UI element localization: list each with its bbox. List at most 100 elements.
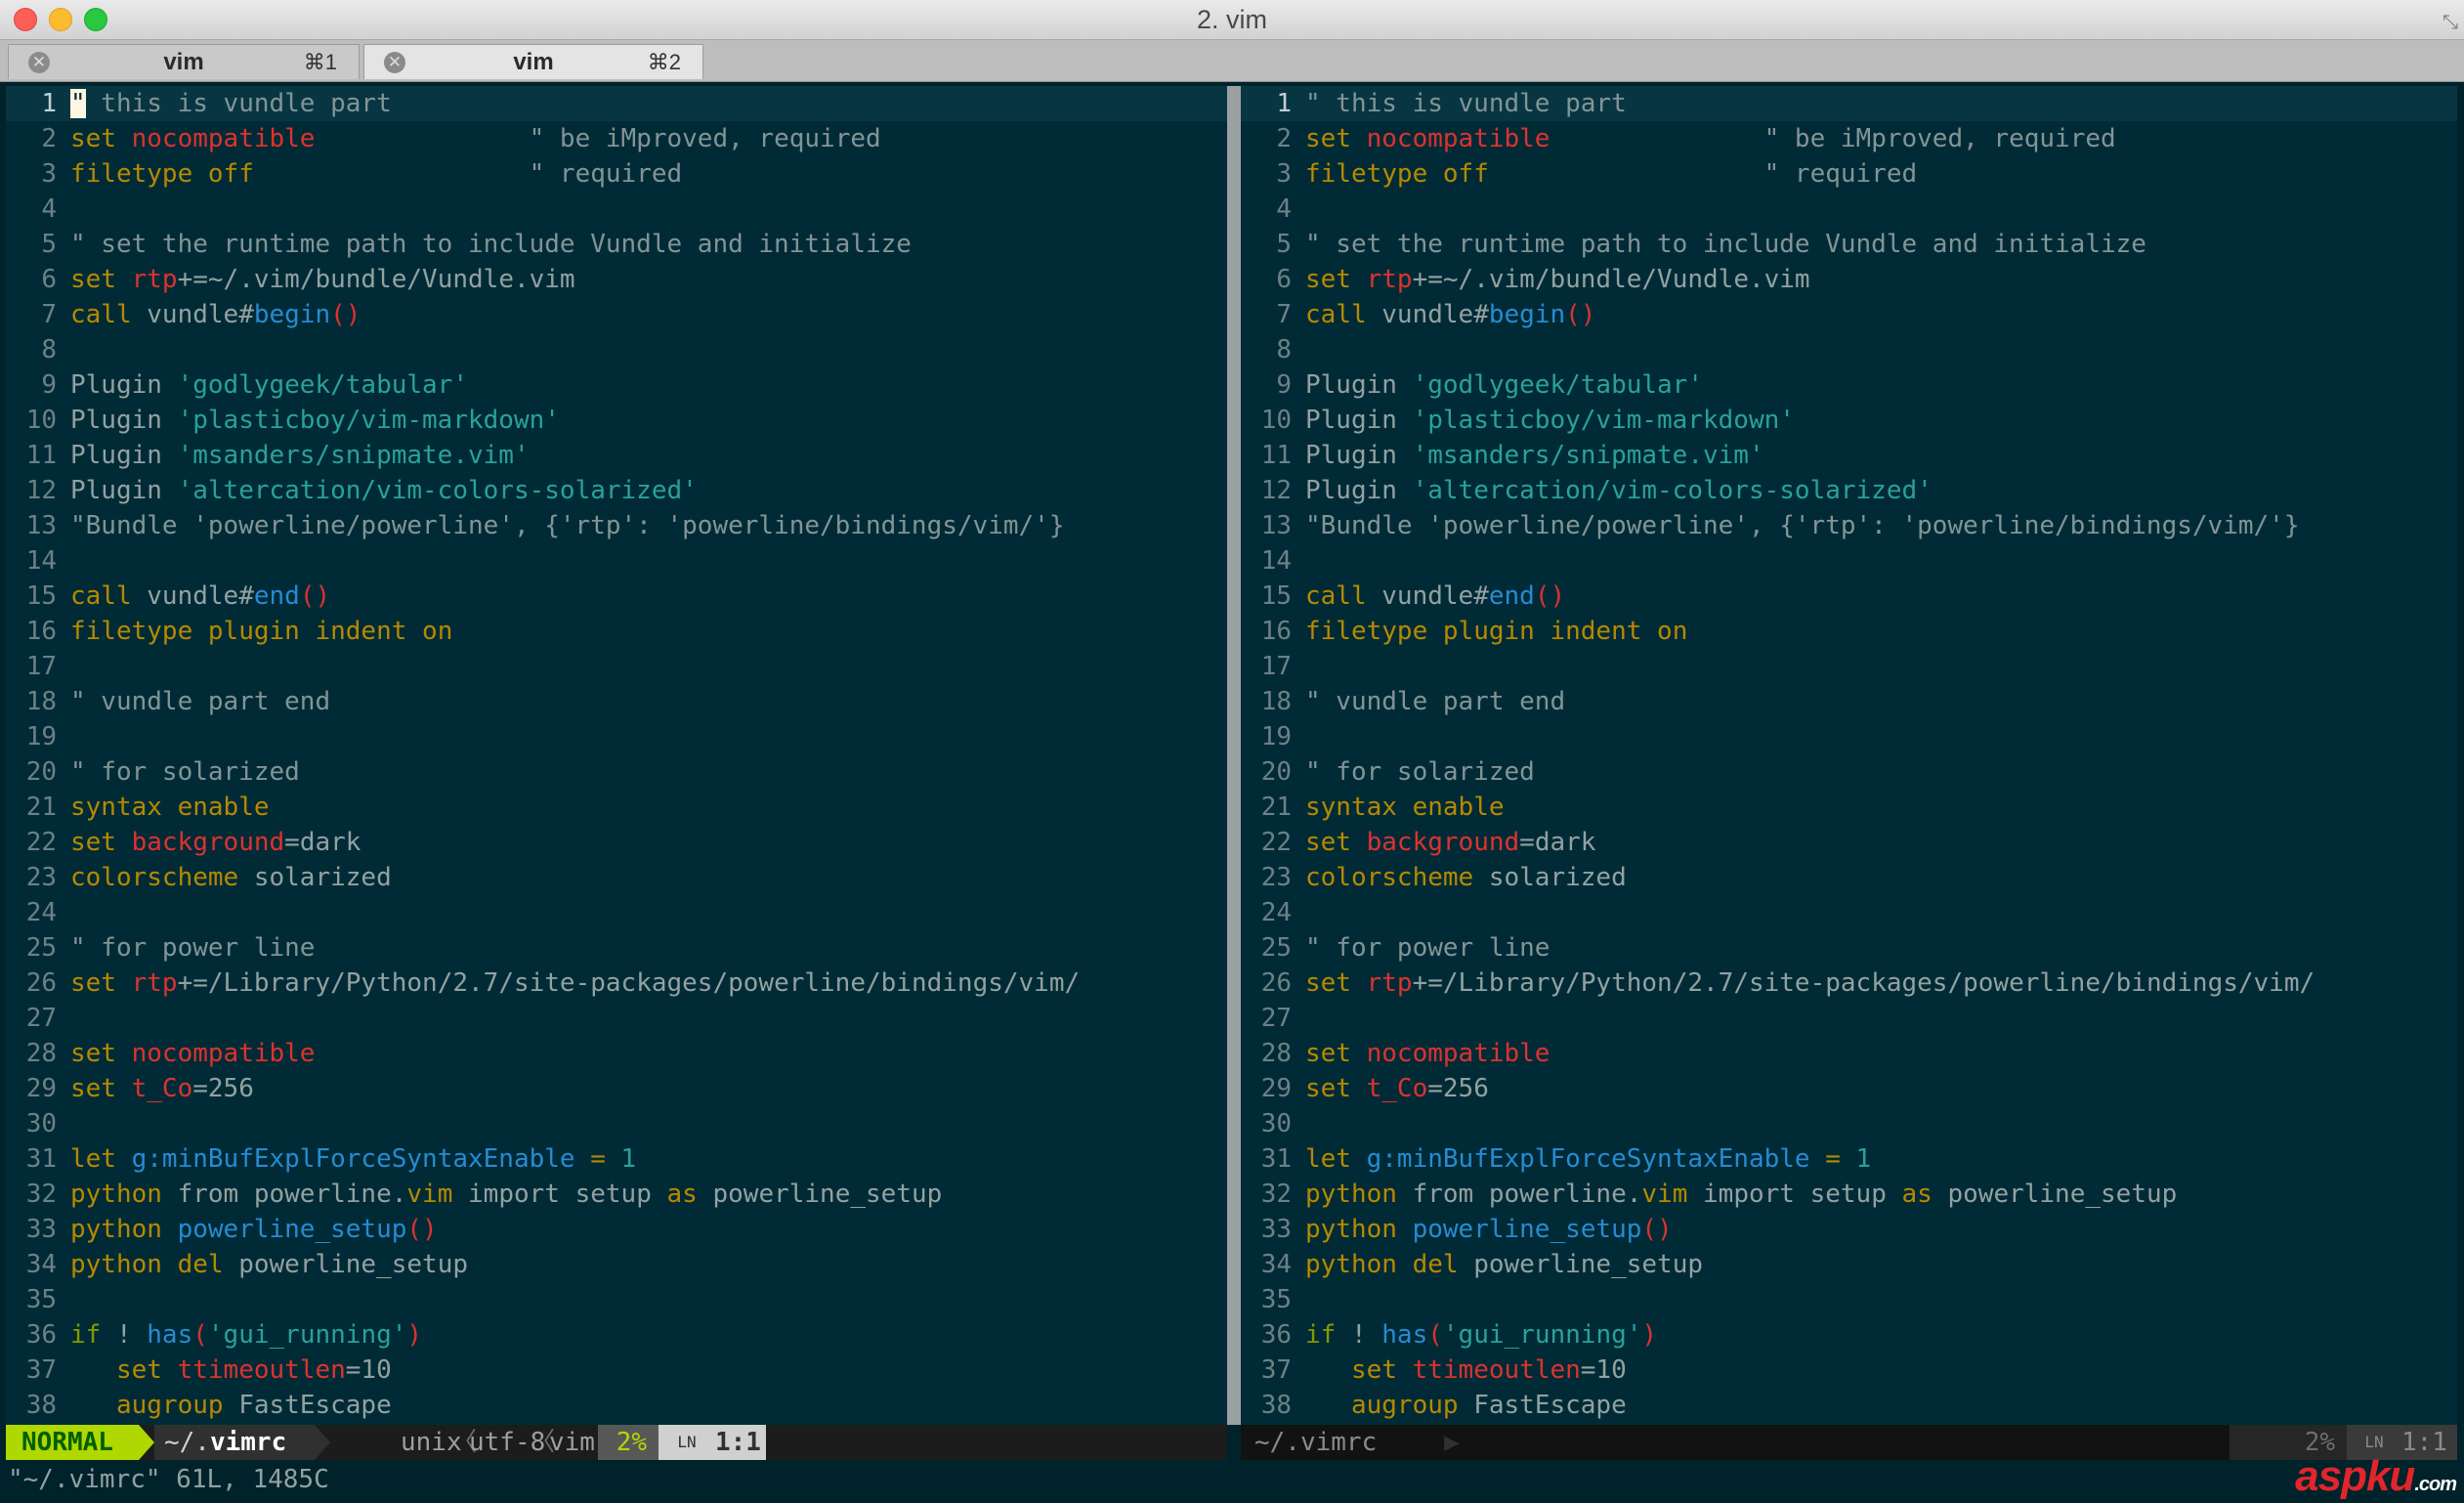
code-line[interactable]: 31 let g:minBufExplForceSyntaxEnable = 1 xyxy=(1241,1141,2457,1177)
code-line[interactable]: 30 xyxy=(6,1106,1227,1141)
code-line[interactable]: 21 syntax enable xyxy=(6,790,1227,825)
line-number: 21 xyxy=(25,793,57,822)
code-line[interactable]: 37 set ttimeoutlen=10 xyxy=(1241,1353,2457,1388)
code-line[interactable]: 11 Plugin 'msanders/snipmate.vim' xyxy=(6,438,1227,473)
code-line[interactable]: 9 Plugin 'godlygeek/tabular' xyxy=(6,367,1227,403)
code-line[interactable]: 6 set rtp+=~/.vim/bundle/Vundle.vim xyxy=(6,262,1227,297)
code-line[interactable]: 12 Plugin 'altercation/vim-colors-solariz… xyxy=(1241,473,2457,508)
code-line[interactable]: 14 xyxy=(6,543,1227,579)
code-line[interactable]: 13 "Bundle 'powerline/powerline', {'rtp':… xyxy=(1241,508,2457,543)
code-line[interactable]: 23 colorscheme solarized xyxy=(6,860,1227,895)
code-text: " vundle part end xyxy=(70,687,331,716)
code-line[interactable]: 36 if ! has('gui_running') xyxy=(6,1317,1227,1353)
code-line[interactable]: 9 Plugin 'godlygeek/tabular' xyxy=(1241,367,2457,403)
code-line[interactable]: 24 xyxy=(1241,895,2457,930)
file-name: vimrc xyxy=(209,1428,287,1457)
tab-1[interactable]: ✕ vim ⌘1 xyxy=(8,44,360,79)
code-line[interactable]: 16 filetype plugin indent on xyxy=(6,614,1227,649)
code-line[interactable]: 10 Plugin 'plasticboy/vim-markdown' xyxy=(6,403,1227,438)
command-line[interactable]: "~/.vimrc" 61L, 1485C xyxy=(0,1460,2464,1503)
code-line[interactable]: 5 " set the runtime path to include Vundl… xyxy=(6,227,1227,262)
code-line[interactable]: 27 xyxy=(6,1001,1227,1036)
code-line[interactable]: 31 let g:minBufExplForceSyntaxEnable = 1 xyxy=(6,1141,1227,1177)
code-line[interactable]: 32 python from powerline.vim import setup… xyxy=(6,1177,1227,1212)
code-line[interactable]: 38 augroup FastEscape xyxy=(6,1388,1227,1423)
vertical-split-divider[interactable] xyxy=(1227,86,1241,1425)
code-line[interactable]: 4 xyxy=(1241,192,2457,227)
code-line[interactable]: 18 " vundle part end xyxy=(1241,684,2457,719)
code-line[interactable]: 8 xyxy=(6,332,1227,367)
code-text: set ttimeoutlen=10 xyxy=(1350,1355,1627,1385)
code-text: python from powerline.vim import setup a… xyxy=(70,1180,943,1209)
code-text: filetype off " required xyxy=(1305,159,1918,189)
code-line[interactable]: 17 xyxy=(6,649,1227,684)
line-number: 14 xyxy=(1260,546,1292,576)
code-line[interactable]: 11 Plugin 'msanders/snipmate.vim' xyxy=(1241,438,2457,473)
code-line[interactable]: 34 python del powerline_setup xyxy=(6,1247,1227,1282)
code-line[interactable]: 35 xyxy=(1241,1282,2457,1317)
code-line[interactable]: 8 xyxy=(1241,332,2457,367)
code-line[interactable]: 30 xyxy=(1241,1106,2457,1141)
code-line[interactable]: 26 set rtp+=/Library/Python/2.7/site-pack… xyxy=(6,966,1227,1001)
code-line[interactable]: 25 " for power line xyxy=(6,930,1227,966)
code-line[interactable]: 4 xyxy=(6,192,1227,227)
code-line[interactable]: 12 Plugin 'altercation/vim-colors-solariz… xyxy=(6,473,1227,508)
code-line[interactable]: 21 syntax enable xyxy=(1241,790,2457,825)
code-line[interactable]: 10 Plugin 'plasticboy/vim-markdown' xyxy=(1241,403,2457,438)
code-line[interactable]: 28 set nocompatible xyxy=(1241,1036,2457,1071)
code-line[interactable]: 14 xyxy=(1241,543,2457,579)
line-number: 12 xyxy=(25,476,57,505)
tab-bar: ✕ vim ⌘1 ✕ vim ⌘2 xyxy=(0,40,2464,82)
mode-indicator: NORMAL xyxy=(6,1425,139,1460)
code-line[interactable]: 36 if ! has('gui_running') xyxy=(1241,1317,2457,1353)
code-line[interactable]: 5 " set the runtime path to include Vundl… xyxy=(1241,227,2457,262)
code-line[interactable]: 20 " for solarized xyxy=(1241,754,2457,790)
code-line[interactable]: 37 set ttimeoutlen=10 xyxy=(6,1353,1227,1388)
code-line[interactable]: 13 "Bundle 'powerline/powerline', {'rtp':… xyxy=(6,508,1227,543)
code-line[interactable]: 34 python del powerline_setup xyxy=(1241,1247,2457,1282)
code-line[interactable]: 28 set nocompatible xyxy=(6,1036,1227,1071)
line-number: 4 xyxy=(1276,194,1292,224)
code-line[interactable]: 33 python powerline_setup() xyxy=(1241,1212,2457,1247)
line-number: 18 xyxy=(25,687,57,716)
code-line[interactable]: 29 set t_Co=256 xyxy=(6,1071,1227,1106)
line-number: 26 xyxy=(1260,968,1292,998)
code-line[interactable]: 29 set t_Co=256 xyxy=(1241,1071,2457,1106)
code-line[interactable]: 35 xyxy=(6,1282,1227,1317)
line-number: 23 xyxy=(25,863,57,892)
code-line[interactable]: 2 set nocompatible " be iMproved, require… xyxy=(6,121,1227,156)
code-line[interactable]: 18 " vundle part end xyxy=(6,684,1227,719)
code-line[interactable]: 3 filetype off " required xyxy=(1241,156,2457,192)
code-line[interactable]: 22 set background=dark xyxy=(6,825,1227,860)
code-line[interactable]: 6 set rtp+=~/.vim/bundle/Vundle.vim xyxy=(1241,262,2457,297)
code-line[interactable]: 15 call vundle#end() xyxy=(6,579,1227,614)
fullscreen-icon[interactable]: ⤡ xyxy=(2443,12,2458,34)
code-line[interactable]: 1 " this is vundle part xyxy=(1241,86,2457,121)
code-line[interactable]: 38 augroup FastEscape xyxy=(1241,1388,2457,1423)
code-line[interactable]: 15 call vundle#end() xyxy=(1241,579,2457,614)
code-line[interactable]: 19 xyxy=(6,719,1227,754)
code-line[interactable]: 7 call vundle#begin() xyxy=(1241,297,2457,332)
editor-pane-left[interactable]: 1 " this is vundle part 2 set nocompatible … xyxy=(6,86,1227,1425)
code-line[interactable]: 7 call vundle#begin() xyxy=(6,297,1227,332)
code-line[interactable]: 19 xyxy=(1241,719,2457,754)
code-line[interactable]: 20 " for solarized xyxy=(6,754,1227,790)
code-line[interactable]: 26 set rtp+=/Library/Python/2.7/site-pack… xyxy=(1241,966,2457,1001)
code-line[interactable]: 22 set background=dark xyxy=(1241,825,2457,860)
code-line[interactable]: 23 colorscheme solarized xyxy=(1241,860,2457,895)
code-line[interactable]: 16 filetype plugin indent on xyxy=(1241,614,2457,649)
code-line[interactable]: 33 python powerline_setup() xyxy=(6,1212,1227,1247)
code-line[interactable]: 1 " this is vundle part xyxy=(6,86,1227,121)
code-line[interactable]: 32 python from powerline.vim import setup… xyxy=(1241,1177,2457,1212)
editor-pane-right[interactable]: 1 " this is vundle part 2 set nocompatible … xyxy=(1241,86,2457,1425)
code-line[interactable]: 2 set nocompatible " be iMproved, require… xyxy=(1241,121,2457,156)
code-line[interactable]: 25 " for power line xyxy=(1241,930,2457,966)
line-number: 2 xyxy=(41,124,57,153)
percent-segment: 2% xyxy=(598,1425,658,1460)
code-line[interactable]: 24 xyxy=(6,895,1227,930)
code-line[interactable]: 27 xyxy=(1241,1001,2457,1036)
code-line[interactable]: 3 filetype off " required xyxy=(6,156,1227,192)
tab-2[interactable]: ✕ vim ⌘2 xyxy=(363,44,703,79)
cursor-position: 1:1 xyxy=(703,1425,766,1460)
code-line[interactable]: 17 xyxy=(1241,649,2457,684)
